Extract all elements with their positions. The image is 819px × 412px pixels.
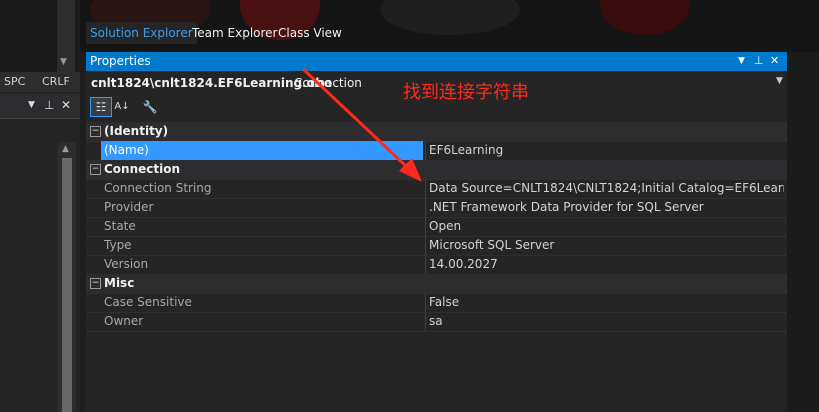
category-connection[interactable]: − Connection xyxy=(86,160,787,180)
column-divider[interactable] xyxy=(425,217,426,236)
property-name: Owner xyxy=(104,314,144,328)
property-value[interactable]: .NET Framework Data Provider for SQL Ser… xyxy=(429,200,784,214)
property-grid: − (Identity) (Name) EF6Learning − Connec… xyxy=(86,122,787,412)
properties-title: Properties xyxy=(90,54,151,68)
chevron-down-icon[interactable]: ▼ xyxy=(60,57,67,67)
left-scrollbar[interactable]: ▲ xyxy=(58,142,76,412)
property-name: Type xyxy=(104,238,132,252)
property-row-connection-string[interactable]: Connection String Data Source=CNLT1824\C… xyxy=(86,179,787,199)
chevron-down-icon[interactable]: ▼ xyxy=(28,100,35,110)
column-divider[interactable] xyxy=(425,236,426,255)
column-divider[interactable] xyxy=(425,255,426,274)
category-label: (Identity) xyxy=(104,124,169,138)
property-pages-icon[interactable]: 🔧 xyxy=(140,98,160,116)
property-row-provider[interactable]: Provider .NET Framework Data Provider fo… xyxy=(86,198,787,218)
status-row: SPC CRLF xyxy=(0,72,80,92)
category-identity[interactable]: − (Identity) xyxy=(86,122,787,142)
property-name: Case Sensitive xyxy=(104,295,192,309)
alphabetical-icon[interactable]: A↓ xyxy=(112,98,132,116)
property-name: Connection String xyxy=(104,181,212,195)
whitespace-indicator[interactable]: SPC xyxy=(4,75,25,88)
property-value[interactable]: Open xyxy=(429,219,784,233)
property-row-owner[interactable]: Owner sa xyxy=(86,312,787,332)
pin-icon[interactable]: ⊥ xyxy=(44,98,54,112)
close-icon[interactable]: ✕ xyxy=(770,54,779,67)
property-name: State xyxy=(104,219,136,233)
line-ending-indicator[interactable]: CRLF xyxy=(42,75,70,88)
property-name: Provider xyxy=(104,200,154,214)
object-type: Connection xyxy=(294,76,362,90)
categorized-icon[interactable]: ☷ xyxy=(90,97,112,117)
tab-class-view[interactable]: Class View xyxy=(274,22,346,44)
properties-title-bar: Properties ▼ ⊥ ✕ xyxy=(86,52,787,71)
property-row-version[interactable]: Version 14.00.2027 xyxy=(86,255,787,275)
editor-scrollbar[interactable]: ▼ xyxy=(57,0,75,72)
tab-team-explorer[interactable]: Team Explorer xyxy=(188,22,282,44)
column-divider[interactable] xyxy=(425,141,426,160)
right-background xyxy=(787,52,819,412)
category-label: Connection xyxy=(104,162,181,176)
collapse-icon[interactable]: − xyxy=(90,164,101,175)
column-divider[interactable] xyxy=(425,179,426,198)
left-tool-header: ▼ ⊥ ✕ xyxy=(0,94,80,119)
property-value[interactable]: Microsoft SQL Server xyxy=(429,238,784,252)
column-divider[interactable] xyxy=(425,293,426,312)
property-name: (Name) xyxy=(101,141,423,160)
dropdown-arrow-icon[interactable]: ▼ xyxy=(776,76,783,86)
property-value[interactable]: False xyxy=(429,295,784,309)
category-misc[interactable]: − Misc xyxy=(86,274,787,294)
property-value[interactable]: 14.00.2027 xyxy=(429,257,784,271)
property-value[interactable]: Data Source=CNLT1824\CNLT1824;Initial Ca… xyxy=(429,181,784,195)
column-divider[interactable] xyxy=(425,312,426,331)
property-value[interactable]: sa xyxy=(429,314,784,328)
category-label: Misc xyxy=(104,276,135,290)
property-value[interactable]: EF6Learning xyxy=(429,143,784,157)
collapse-icon[interactable]: − xyxy=(90,126,101,137)
properties-window: Properties ▼ ⊥ ✕ cnlt1824\cnlt1824.EF6Le… xyxy=(86,52,787,412)
scroll-up-icon[interactable]: ▲ xyxy=(62,144,69,154)
property-row-state[interactable]: State Open xyxy=(86,217,787,237)
scrollbar-thumb[interactable] xyxy=(62,158,72,412)
property-row-type[interactable]: Type Microsoft SQL Server xyxy=(86,236,787,256)
pin-icon[interactable]: ⊥ xyxy=(754,54,764,67)
property-row-name[interactable]: (Name) EF6Learning xyxy=(86,141,787,161)
close-icon[interactable]: ✕ xyxy=(61,98,71,112)
annotation-label: 找到连接字符串 xyxy=(403,82,529,103)
chevron-down-icon[interactable]: ▼ xyxy=(738,56,745,66)
tab-solution-explorer[interactable]: Solution Explorer xyxy=(86,22,197,44)
collapse-icon[interactable]: − xyxy=(90,278,101,289)
property-name: Version xyxy=(104,257,149,271)
property-row-case-sensitive[interactable]: Case Sensitive False xyxy=(86,293,787,313)
tool-window-tabs: Solution Explorer Team Explorer Class Vi… xyxy=(86,22,786,44)
column-divider[interactable] xyxy=(425,198,426,217)
